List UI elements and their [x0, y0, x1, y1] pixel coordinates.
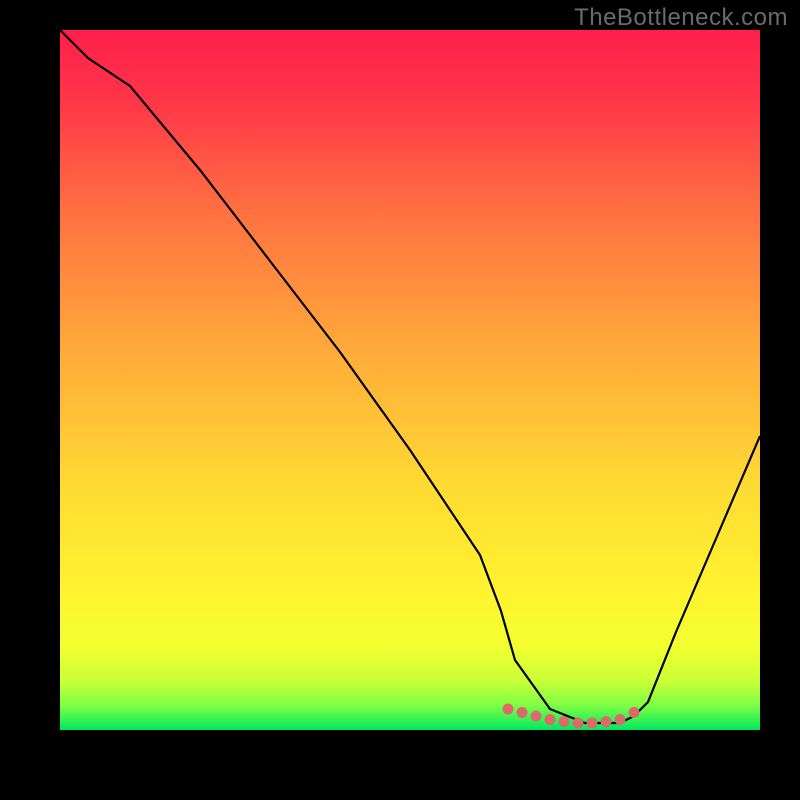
plot-area: [60, 30, 760, 730]
optimal-marker-dot: [615, 714, 626, 725]
optimal-marker-dot: [531, 711, 542, 722]
optimal-marker-dot: [517, 707, 528, 718]
optimal-marker-dot: [587, 718, 598, 729]
chart-svg: [60, 30, 760, 730]
gradient-background: [60, 30, 760, 730]
chart-frame: TheBottleneck.com: [0, 0, 800, 800]
optimal-marker-dot: [545, 714, 556, 725]
optimal-marker-dot: [559, 716, 570, 727]
optimal-marker-dot: [601, 716, 612, 727]
watermark-text: TheBottleneck.com: [574, 4, 788, 32]
optimal-marker-dot: [573, 718, 584, 729]
optimal-marker-dot: [629, 707, 640, 718]
optimal-marker-dot: [503, 704, 514, 715]
